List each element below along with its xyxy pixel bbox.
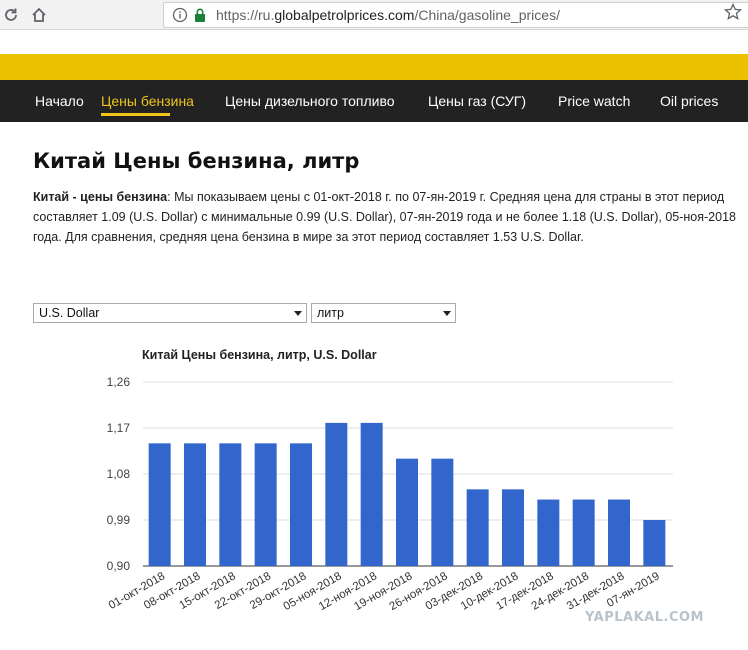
address-bar[interactable]: https://ru.globalpetrolprices.com/China/… bbox=[163, 2, 748, 28]
chart-bar[interactable] bbox=[184, 443, 206, 566]
info-icon[interactable] bbox=[172, 7, 188, 27]
chart-bar[interactable] bbox=[219, 443, 242, 566]
bookmark-star-icon[interactable] bbox=[723, 2, 743, 25]
chart-bar[interactable] bbox=[643, 520, 666, 566]
chart-bar[interactable] bbox=[290, 443, 312, 566]
reload-icon[interactable] bbox=[0, 4, 22, 26]
currency-select[interactable]: U.S. Dollar bbox=[33, 303, 307, 323]
home-icon[interactable] bbox=[28, 4, 50, 26]
unit-select[interactable]: литр bbox=[311, 303, 456, 323]
nav-item-diesel-prices[interactable]: Цены дизельного топливо bbox=[225, 93, 395, 109]
description-lead: Китай - цены бензина bbox=[33, 190, 168, 204]
nav-item-home[interactable]: Начало bbox=[35, 93, 84, 109]
y-tick-label: 0,99 bbox=[107, 513, 131, 527]
chart-bar[interactable] bbox=[360, 422, 383, 566]
chart-bar[interactable] bbox=[572, 499, 595, 566]
y-tick-label: 1,17 bbox=[107, 421, 131, 435]
chevron-down-icon bbox=[294, 311, 302, 316]
chart-bar[interactable] bbox=[431, 458, 454, 566]
lock-icon bbox=[193, 7, 207, 27]
chart-bar[interactable] bbox=[608, 499, 630, 566]
chart-bar[interactable] bbox=[325, 422, 348, 566]
nav-active-underline bbox=[101, 113, 170, 116]
nav-item-oil-prices[interactable]: Oil prices bbox=[660, 93, 718, 109]
watermark: YAPLAKAL.COM bbox=[585, 610, 704, 625]
chart-bar[interactable] bbox=[254, 443, 277, 566]
price-chart-svg: Китай Цены бензина, литр, U.S. Dollar 0,… bbox=[107, 348, 673, 613]
price-chart: Китай Цены бензина, литр, U.S. Dollar 0,… bbox=[0, 330, 748, 630]
chart-title: Китай Цены бензина, литр, U.S. Dollar bbox=[142, 348, 377, 362]
browser-toolbar: https://ru.globalpetrolprices.com/China/… bbox=[0, 0, 748, 30]
y-tick-label: 1,26 bbox=[107, 375, 131, 389]
chart-bar[interactable] bbox=[466, 489, 489, 566]
currency-select-value: U.S. Dollar bbox=[39, 306, 100, 320]
y-tick-label: 0,90 bbox=[107, 559, 131, 573]
page-title: Китай Цены бензина, литр bbox=[33, 149, 360, 173]
chart-bar[interactable] bbox=[148, 443, 171, 566]
chevron-down-icon bbox=[443, 311, 451, 316]
y-tick-label: 1,08 bbox=[107, 467, 131, 481]
chart-bar[interactable] bbox=[537, 499, 560, 566]
main-nav: Начало Цены бензина Цены дизельного топл… bbox=[0, 80, 748, 122]
chart-bar[interactable] bbox=[502, 489, 524, 566]
nav-item-lpg-prices[interactable]: Цены газ (СУГ) bbox=[428, 93, 526, 109]
chart-bar[interactable] bbox=[396, 458, 418, 566]
nav-item-gasoline-prices[interactable]: Цены бензина bbox=[101, 93, 194, 109]
nav-item-price-watch[interactable]: Price watch bbox=[558, 93, 630, 109]
unit-select-value: литр bbox=[317, 306, 344, 320]
page-description: Китай - цены бензина: Мы показываем цены… bbox=[33, 187, 745, 247]
header-band bbox=[0, 54, 748, 80]
url-text: https://ru.globalpetrolprices.com/China/… bbox=[216, 7, 560, 23]
